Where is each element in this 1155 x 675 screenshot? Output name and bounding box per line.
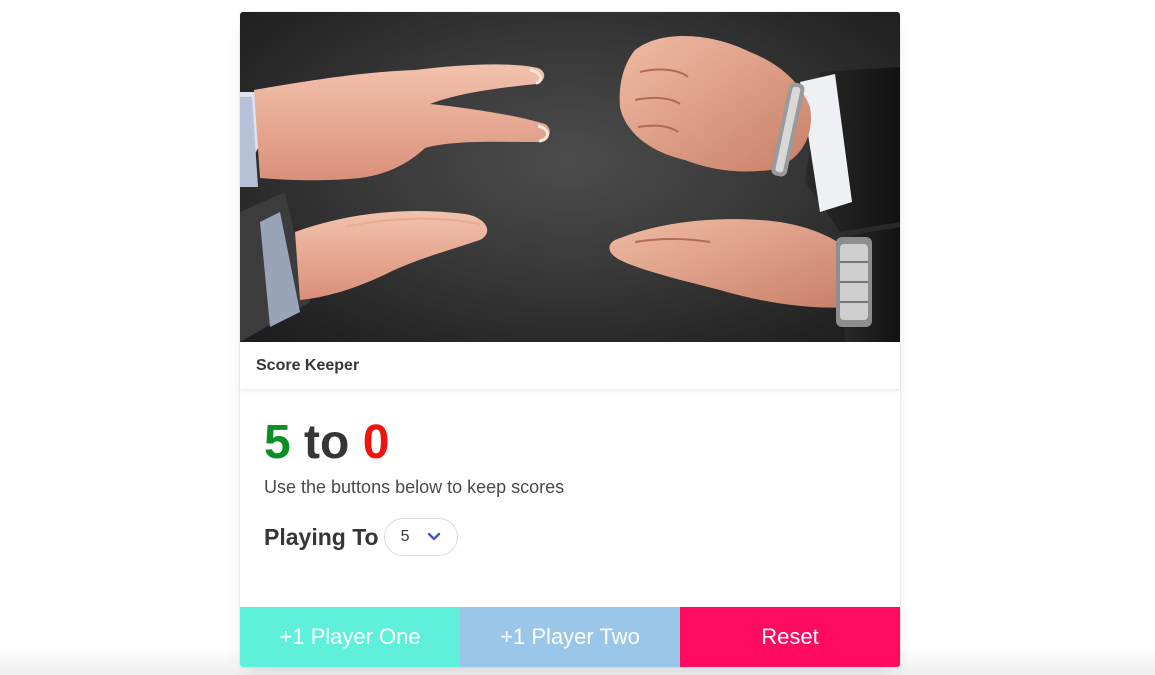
chevron-down-icon bbox=[427, 532, 440, 541]
card-content: 5 to 0 Use the buttons below to keep sco… bbox=[240, 389, 900, 607]
instructions-text: Use the buttons below to keep scores bbox=[264, 477, 565, 497]
player-one-score: 5 bbox=[264, 416, 291, 469]
score-keeper-card: Score Keeper 5 to 0 Use the buttons belo… bbox=[240, 12, 900, 667]
add-player-two-button[interactable]: +1 Player Two bbox=[460, 607, 680, 667]
card-title: Score Keeper bbox=[256, 356, 360, 374]
hands-illustration-icon bbox=[240, 35, 900, 342]
reset-button[interactable]: Reset bbox=[680, 607, 900, 667]
rock-paper-scissors-image bbox=[240, 12, 900, 342]
add-player-one-button[interactable]: +1 Player One bbox=[240, 607, 460, 667]
player-two-score: 0 bbox=[362, 416, 390, 469]
playing-to-row: Playing To 5 bbox=[264, 518, 876, 556]
playing-to-label: Playing To bbox=[264, 523, 379, 550]
card-header: Score Keeper bbox=[240, 342, 900, 389]
score-separator: to bbox=[304, 416, 350, 469]
playing-to-selected-value: 5 bbox=[400, 528, 410, 545]
card-footer: +1 Player One +1 Player Two Reset bbox=[240, 607, 900, 667]
playing-to-select[interactable]: 5 bbox=[383, 518, 458, 556]
score-display: 5 to 0 bbox=[264, 419, 876, 467]
